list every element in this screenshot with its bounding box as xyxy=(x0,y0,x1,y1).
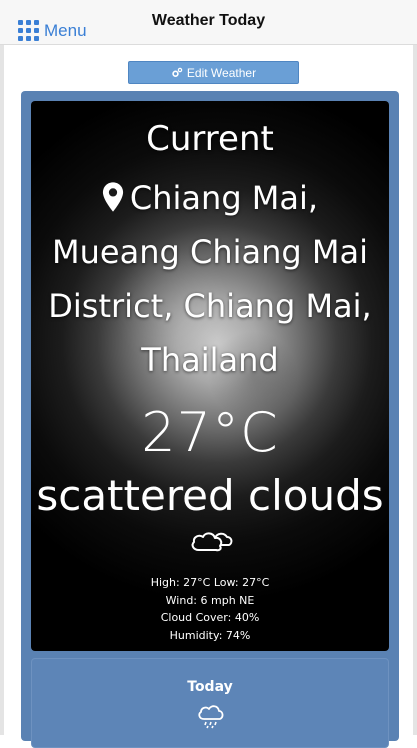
page-border-left xyxy=(0,45,4,735)
weather-details: High: 27°C Low: 27°C Wind: 6 mph NE Clou… xyxy=(31,574,389,644)
edit-weather-label: Edit Weather xyxy=(186,65,257,80)
cloud-icon xyxy=(191,532,233,552)
current-weather-card: Current Chiang Mai, Mueang Chiang Mai Di… xyxy=(31,101,389,651)
weather-description: scattered clouds xyxy=(36,471,384,520)
location: Chiang Mai, Mueang Chiang Mai District, … xyxy=(41,171,379,387)
cloud-rain-icon xyxy=(198,705,224,729)
humidity: Humidity: 74% xyxy=(169,628,251,642)
temperature: 27°C xyxy=(141,401,279,464)
wind: Wind: 6 mph NE xyxy=(165,593,255,607)
page-title: Weather Today xyxy=(151,12,266,29)
page-border-right xyxy=(413,45,417,735)
map-pin-icon xyxy=(102,182,123,212)
high-low: High: 27°C Low: 27°C xyxy=(150,576,270,589)
today-label: Today xyxy=(187,679,233,695)
gears-icon xyxy=(172,67,183,77)
cloud-cover: Cloud Cover: 40% xyxy=(160,611,260,624)
top-bar: Menu Weather Today xyxy=(0,0,417,45)
edit-weather-button[interactable]: Edit Weather xyxy=(128,61,299,84)
current-label: Current xyxy=(146,119,274,159)
location-text: Chiang Mai, Mueang Chiang Mai District, … xyxy=(48,179,372,379)
